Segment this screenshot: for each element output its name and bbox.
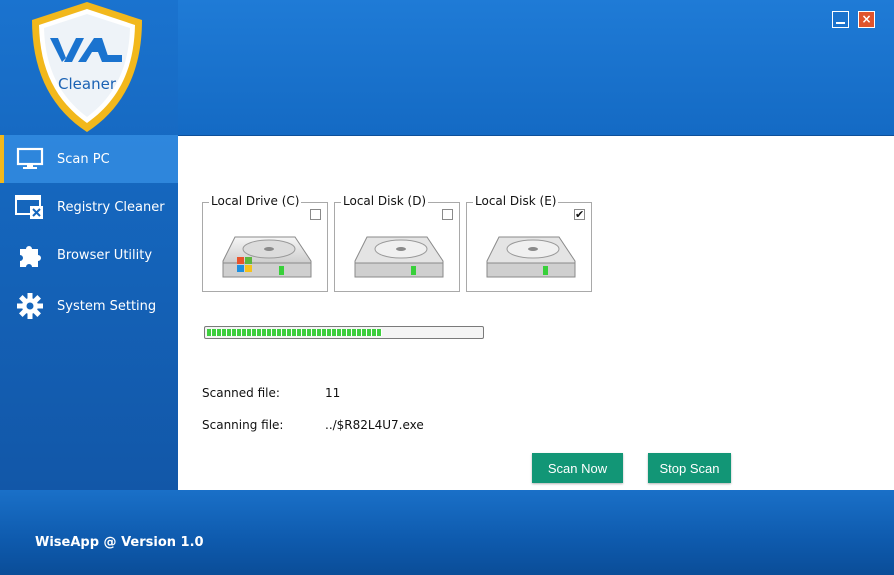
scan-panel: Local Drive (C) Local Disk (D) Local Dis… bbox=[178, 136, 894, 490]
sidebar-item-label: Scan PC bbox=[57, 151, 110, 167]
sidebar-item-label: Browser Utility bbox=[57, 247, 153, 263]
drive-checkbox[interactable] bbox=[310, 209, 321, 220]
hard-drive-icon bbox=[354, 236, 444, 278]
scan-now-button[interactable]: Scan Now bbox=[532, 453, 623, 483]
sidebar-item-scan-pc[interactable]: Scan PC bbox=[0, 135, 178, 183]
gear-icon bbox=[15, 292, 45, 320]
drive-card-c[interactable]: Local Drive (C) bbox=[202, 194, 328, 292]
sidebar-item-system-setting[interactable]: System Setting bbox=[0, 279, 178, 333]
scanned-file-count: 11 bbox=[325, 386, 341, 400]
sidebar-item-browser-utility[interactable]: Browser Utility bbox=[0, 231, 178, 279]
scanned-file-label: Scanned file: bbox=[202, 386, 280, 400]
drive-label: Local Disk (D) bbox=[341, 194, 429, 208]
stop-scan-button[interactable]: Stop Scan bbox=[648, 453, 731, 483]
scanning-file-path: ../$R82L4U7.exe bbox=[325, 418, 424, 432]
sidebar: Cleaner Scan PC Registry Cleaner Browser… bbox=[0, 0, 178, 490]
puzzle-icon bbox=[15, 241, 45, 269]
logo-text: Cleaner bbox=[58, 75, 117, 93]
drive-card-e[interactable]: Local Disk (E) ✔ bbox=[466, 194, 592, 292]
monitor-icon bbox=[15, 145, 45, 173]
scanning-file-label: Scanning file: bbox=[202, 418, 284, 432]
sidebar-item-registry-cleaner[interactable]: Registry Cleaner bbox=[0, 183, 178, 231]
drive-checkbox[interactable] bbox=[442, 209, 453, 220]
drive-label: Local Drive (C) bbox=[209, 194, 302, 208]
registry-window-icon bbox=[15, 193, 45, 221]
app-logo: Cleaner bbox=[32, 2, 142, 132]
close-button[interactable]: × bbox=[858, 11, 875, 28]
minimize-button[interactable] bbox=[832, 11, 849, 28]
header-banner bbox=[178, 0, 894, 136]
footer-bar: WiseApp @ Version 1.0 bbox=[0, 490, 894, 575]
sidebar-item-label: System Setting bbox=[57, 298, 157, 314]
drive-label: Local Disk (E) bbox=[473, 194, 559, 208]
scan-progress-bar bbox=[204, 326, 484, 339]
progress-fill bbox=[207, 329, 382, 336]
version-text: WiseApp @ Version 1.0 bbox=[35, 535, 204, 550]
drive-checkbox[interactable]: ✔ bbox=[574, 209, 585, 220]
app-window: Cleaner Scan PC Registry Cleaner Browser… bbox=[0, 0, 894, 575]
drive-card-d[interactable]: Local Disk (D) bbox=[334, 194, 460, 292]
sidebar-nav: Scan PC Registry Cleaner Browser Utility… bbox=[0, 135, 178, 333]
sidebar-item-label: Registry Cleaner bbox=[57, 199, 165, 215]
hard-drive-icon bbox=[222, 236, 312, 278]
hard-drive-icon bbox=[486, 236, 576, 278]
